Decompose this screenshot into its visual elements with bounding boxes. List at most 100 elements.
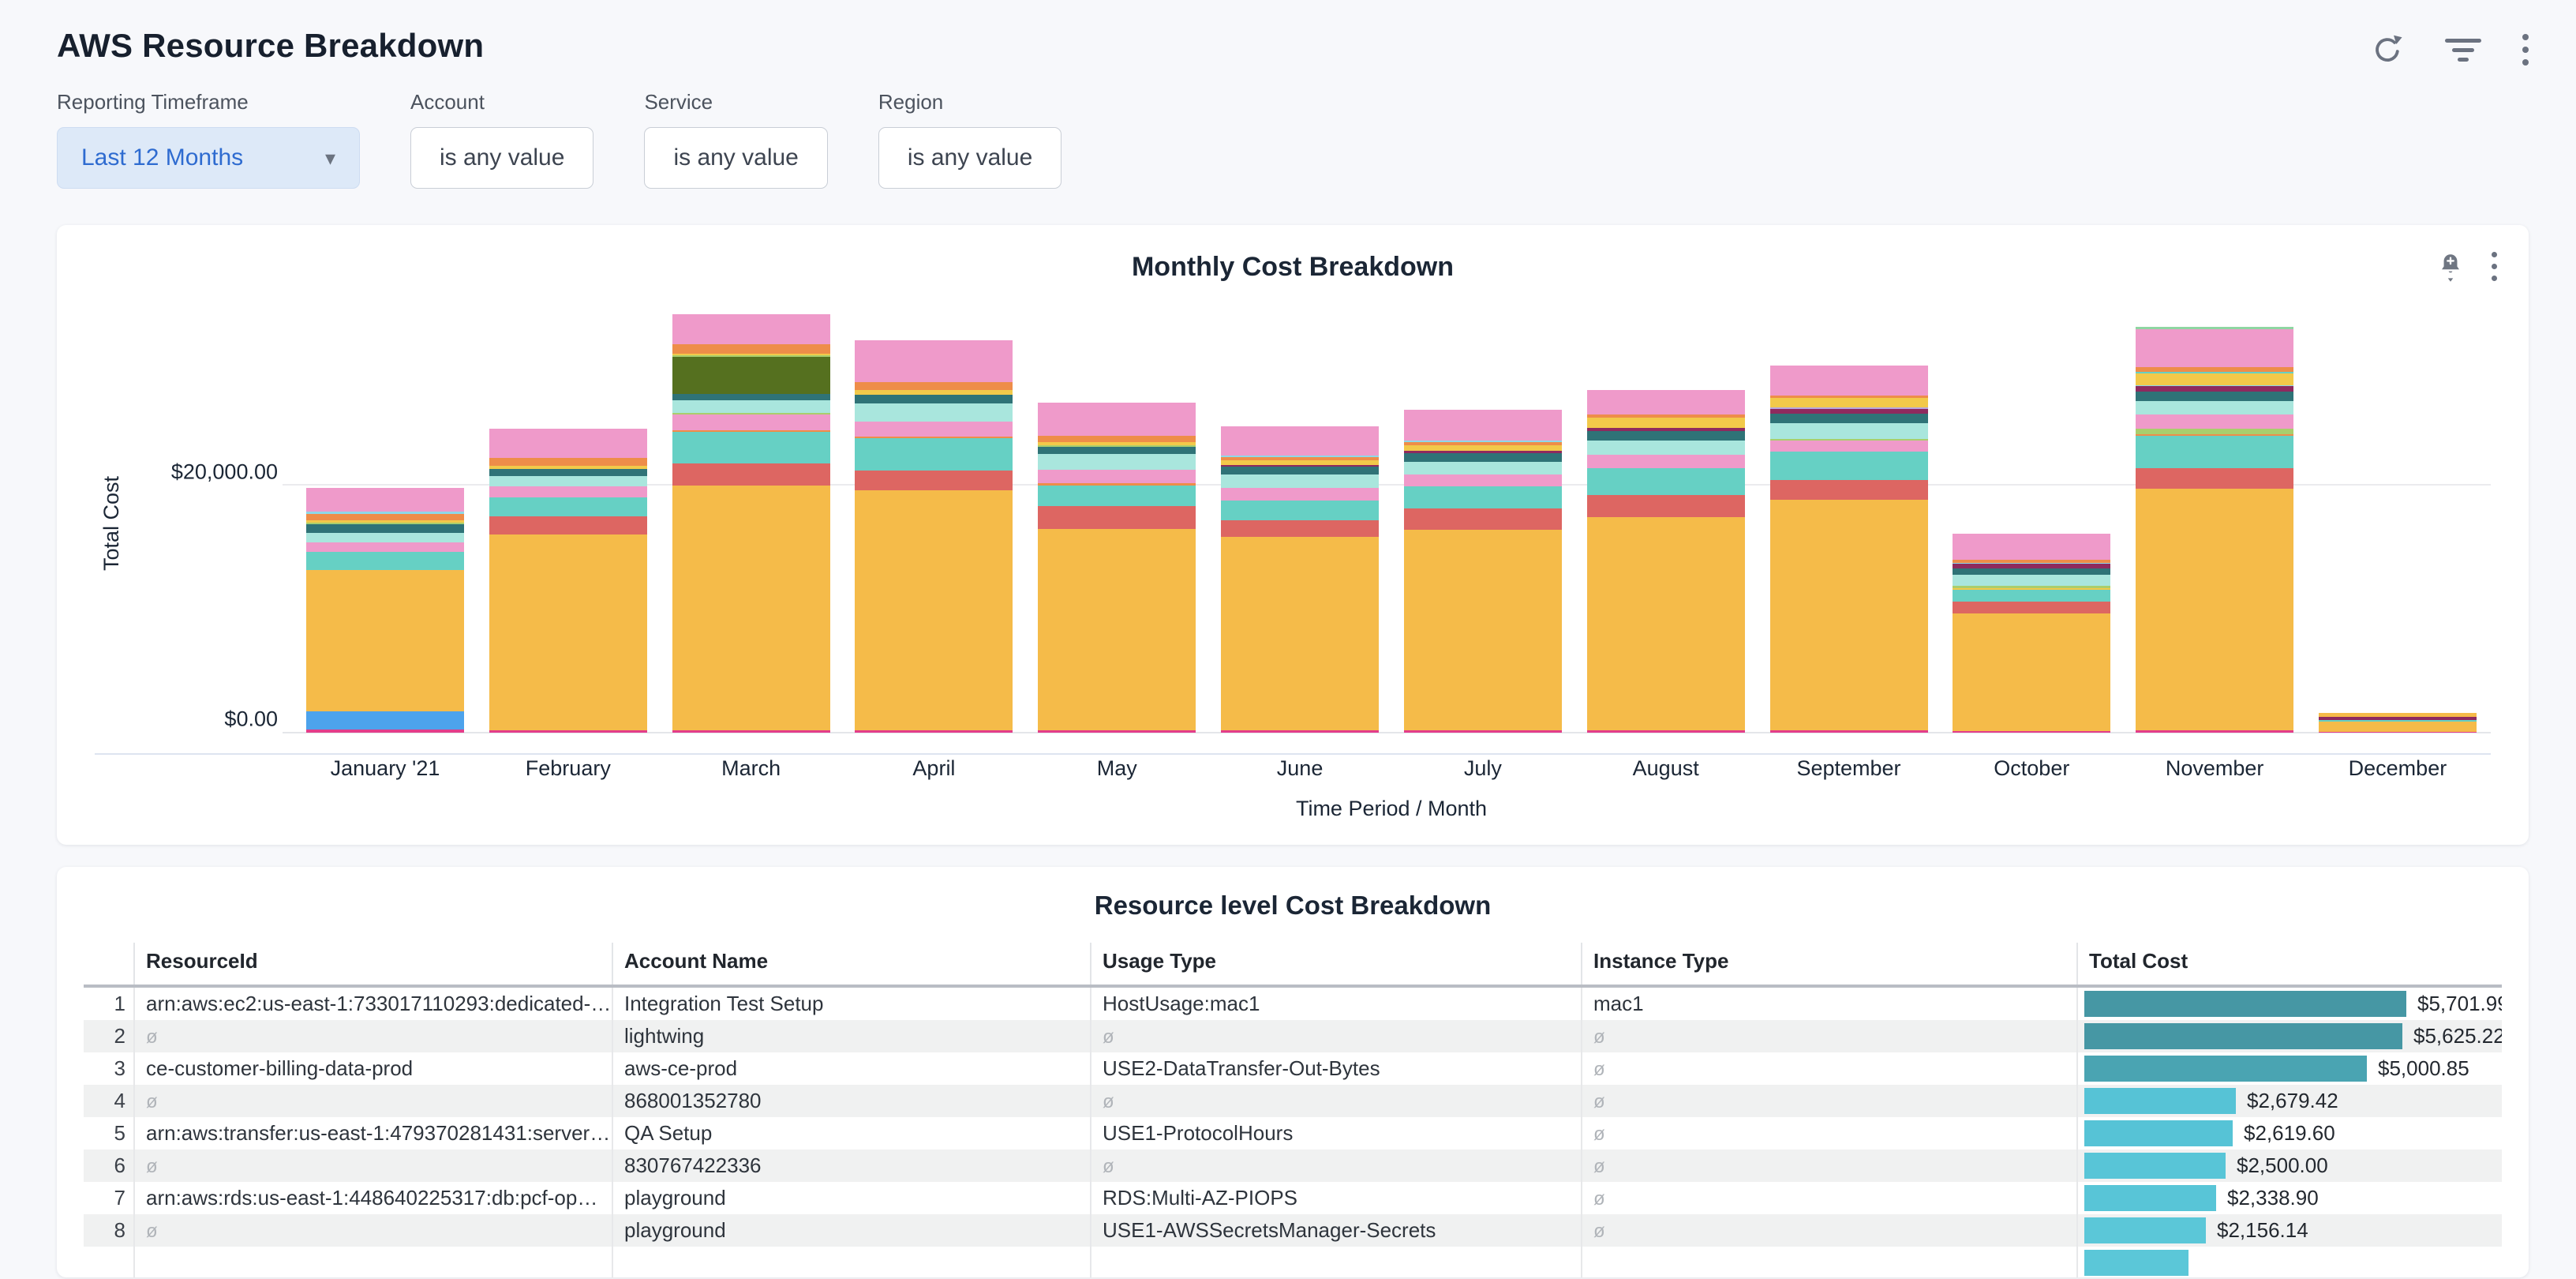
- dashboard-filters-button[interactable]: [2445, 39, 2481, 62]
- bar-segment[interactable]: [1221, 520, 1379, 538]
- bar-segment[interactable]: [2136, 468, 2293, 489]
- bar-segment[interactable]: [1038, 403, 1196, 436]
- bar-segment[interactable]: [855, 382, 1013, 390]
- bar-segment[interactable]: [2136, 386, 2293, 392]
- bar-segment[interactable]: [306, 524, 464, 533]
- bar-segment[interactable]: [1404, 486, 1562, 508]
- bar-segment[interactable]: [2136, 436, 2293, 468]
- bar-segment[interactable]: [672, 414, 830, 430]
- bar-segment[interactable]: [1587, 441, 1745, 454]
- service-filter-button[interactable]: is any value: [644, 127, 827, 189]
- bar-segment[interactable]: [2136, 414, 2293, 428]
- column-header-total-cost[interactable]: Total Cost: [2077, 943, 2502, 986]
- stacked-bar-february[interactable]: [489, 429, 647, 733]
- dashboard-more-options-button[interactable]: [2522, 34, 2529, 66]
- bar-segment[interactable]: [1038, 529, 1196, 730]
- bar-segment[interactable]: [1770, 730, 1928, 733]
- bar-segment[interactable]: [1404, 730, 1562, 733]
- bar-segment[interactable]: [1587, 730, 1745, 733]
- bar-segment[interactable]: [2136, 429, 2293, 435]
- bar-segment[interactable]: [672, 394, 830, 400]
- alert-bell-button[interactable]: [2436, 252, 2465, 283]
- bar-segment[interactable]: [1587, 431, 1745, 441]
- bar-segment[interactable]: [2319, 722, 2477, 732]
- bar-segment[interactable]: [1953, 613, 2110, 731]
- bar-segment[interactable]: [855, 395, 1013, 403]
- reporting-timeframe-dropdown[interactable]: Last 12 Months ▾: [57, 127, 360, 189]
- bar-segment[interactable]: [672, 314, 830, 344]
- bar-segment[interactable]: [1038, 506, 1196, 528]
- bar-segment[interactable]: [1587, 418, 1745, 428]
- tile-more-options-button[interactable]: [2492, 252, 2497, 281]
- bar-segment[interactable]: [1770, 500, 1928, 730]
- bar-segment[interactable]: [489, 429, 647, 459]
- bar-segment[interactable]: [306, 542, 464, 552]
- bar-segment[interactable]: [1953, 602, 2110, 613]
- bar-segment[interactable]: [1770, 366, 1928, 396]
- bar-segment[interactable]: [855, 471, 1013, 490]
- bar-segment[interactable]: [1587, 455, 1745, 468]
- bar-segment[interactable]: [1038, 470, 1196, 483]
- bar-segment[interactable]: [1770, 480, 1928, 500]
- bar-segment[interactable]: [2136, 329, 2293, 368]
- bar-segment[interactable]: [1038, 454, 1196, 470]
- bar-segment[interactable]: [855, 340, 1013, 382]
- bar-segment[interactable]: [306, 533, 464, 542]
- bar-segment[interactable]: [1221, 537, 1379, 730]
- bar-segment[interactable]: [855, 730, 1013, 733]
- stacked-bar-august[interactable]: [1587, 390, 1745, 733]
- bar-segment[interactable]: [1404, 530, 1562, 730]
- bar-segment[interactable]: [2136, 489, 2293, 730]
- bar-segment[interactable]: [1404, 462, 1562, 474]
- bar-segment[interactable]: [306, 711, 464, 730]
- column-header-resourceid[interactable]: ResourceId: [134, 943, 612, 986]
- bar-segment[interactable]: [1953, 590, 2110, 602]
- bar-segment[interactable]: [1770, 452, 1928, 480]
- bar-segment[interactable]: [1404, 453, 1562, 462]
- stacked-bar-december[interactable]: [2319, 713, 2477, 733]
- bar-segment[interactable]: [489, 469, 647, 476]
- stacked-bar-june[interactable]: [1221, 426, 1379, 733]
- region-filter-button[interactable]: is any value: [878, 127, 1061, 189]
- bar-segment[interactable]: [1587, 390, 1745, 414]
- bar-segment[interactable]: [1221, 426, 1379, 456]
- stacked-bar-january-21[interactable]: [306, 488, 464, 733]
- column-header-usage-type[interactable]: Usage Type: [1091, 943, 1582, 986]
- bar-segment[interactable]: [1404, 508, 1562, 530]
- stacked-bar-october[interactable]: [1953, 534, 2110, 733]
- bar-segment[interactable]: [1953, 568, 2110, 576]
- bar-segment[interactable]: [2319, 732, 2477, 733]
- bar-segment[interactable]: [1770, 441, 1928, 452]
- stacked-bar-november[interactable]: [2136, 327, 2293, 733]
- bar-segment[interactable]: [1404, 474, 1562, 487]
- bar-segment[interactable]: [489, 486, 647, 498]
- column-header-account-name[interactable]: Account Name: [612, 943, 1091, 986]
- bar-segment[interactable]: [855, 403, 1013, 422]
- stacked-bar-july[interactable]: [1404, 410, 1562, 733]
- column-header-instance-type[interactable]: Instance Type: [1582, 943, 2077, 986]
- account-filter-button[interactable]: is any value: [410, 127, 593, 189]
- bar-segment[interactable]: [2136, 730, 2293, 733]
- bar-segment[interactable]: [672, 432, 830, 463]
- bar-segment[interactable]: [1038, 436, 1196, 442]
- bar-segment[interactable]: [489, 458, 647, 465]
- bar-segment[interactable]: [1221, 488, 1379, 501]
- bar-segment[interactable]: [1221, 467, 1379, 474]
- bar-segment[interactable]: [1221, 730, 1379, 733]
- bar-segment[interactable]: [306, 514, 464, 521]
- bar-segment[interactable]: [1953, 575, 2110, 586]
- bar-segment[interactable]: [672, 400, 830, 413]
- bar-segment[interactable]: [1038, 730, 1196, 733]
- bar-segment[interactable]: [2136, 373, 2293, 385]
- bar-segment[interactable]: [2136, 401, 2293, 414]
- stacked-bar-september[interactable]: [1770, 366, 1928, 733]
- bar-segment[interactable]: [306, 552, 464, 570]
- bar-segment[interactable]: [1038, 447, 1196, 454]
- bar-segment[interactable]: [1953, 731, 2110, 733]
- bar-segment[interactable]: [1404, 445, 1562, 451]
- bar-segment[interactable]: [855, 422, 1013, 437]
- bar-segment[interactable]: [672, 486, 830, 730]
- bar-segment[interactable]: [306, 570, 464, 711]
- bar-segment[interactable]: [672, 357, 830, 394]
- bar-segment[interactable]: [1587, 468, 1745, 495]
